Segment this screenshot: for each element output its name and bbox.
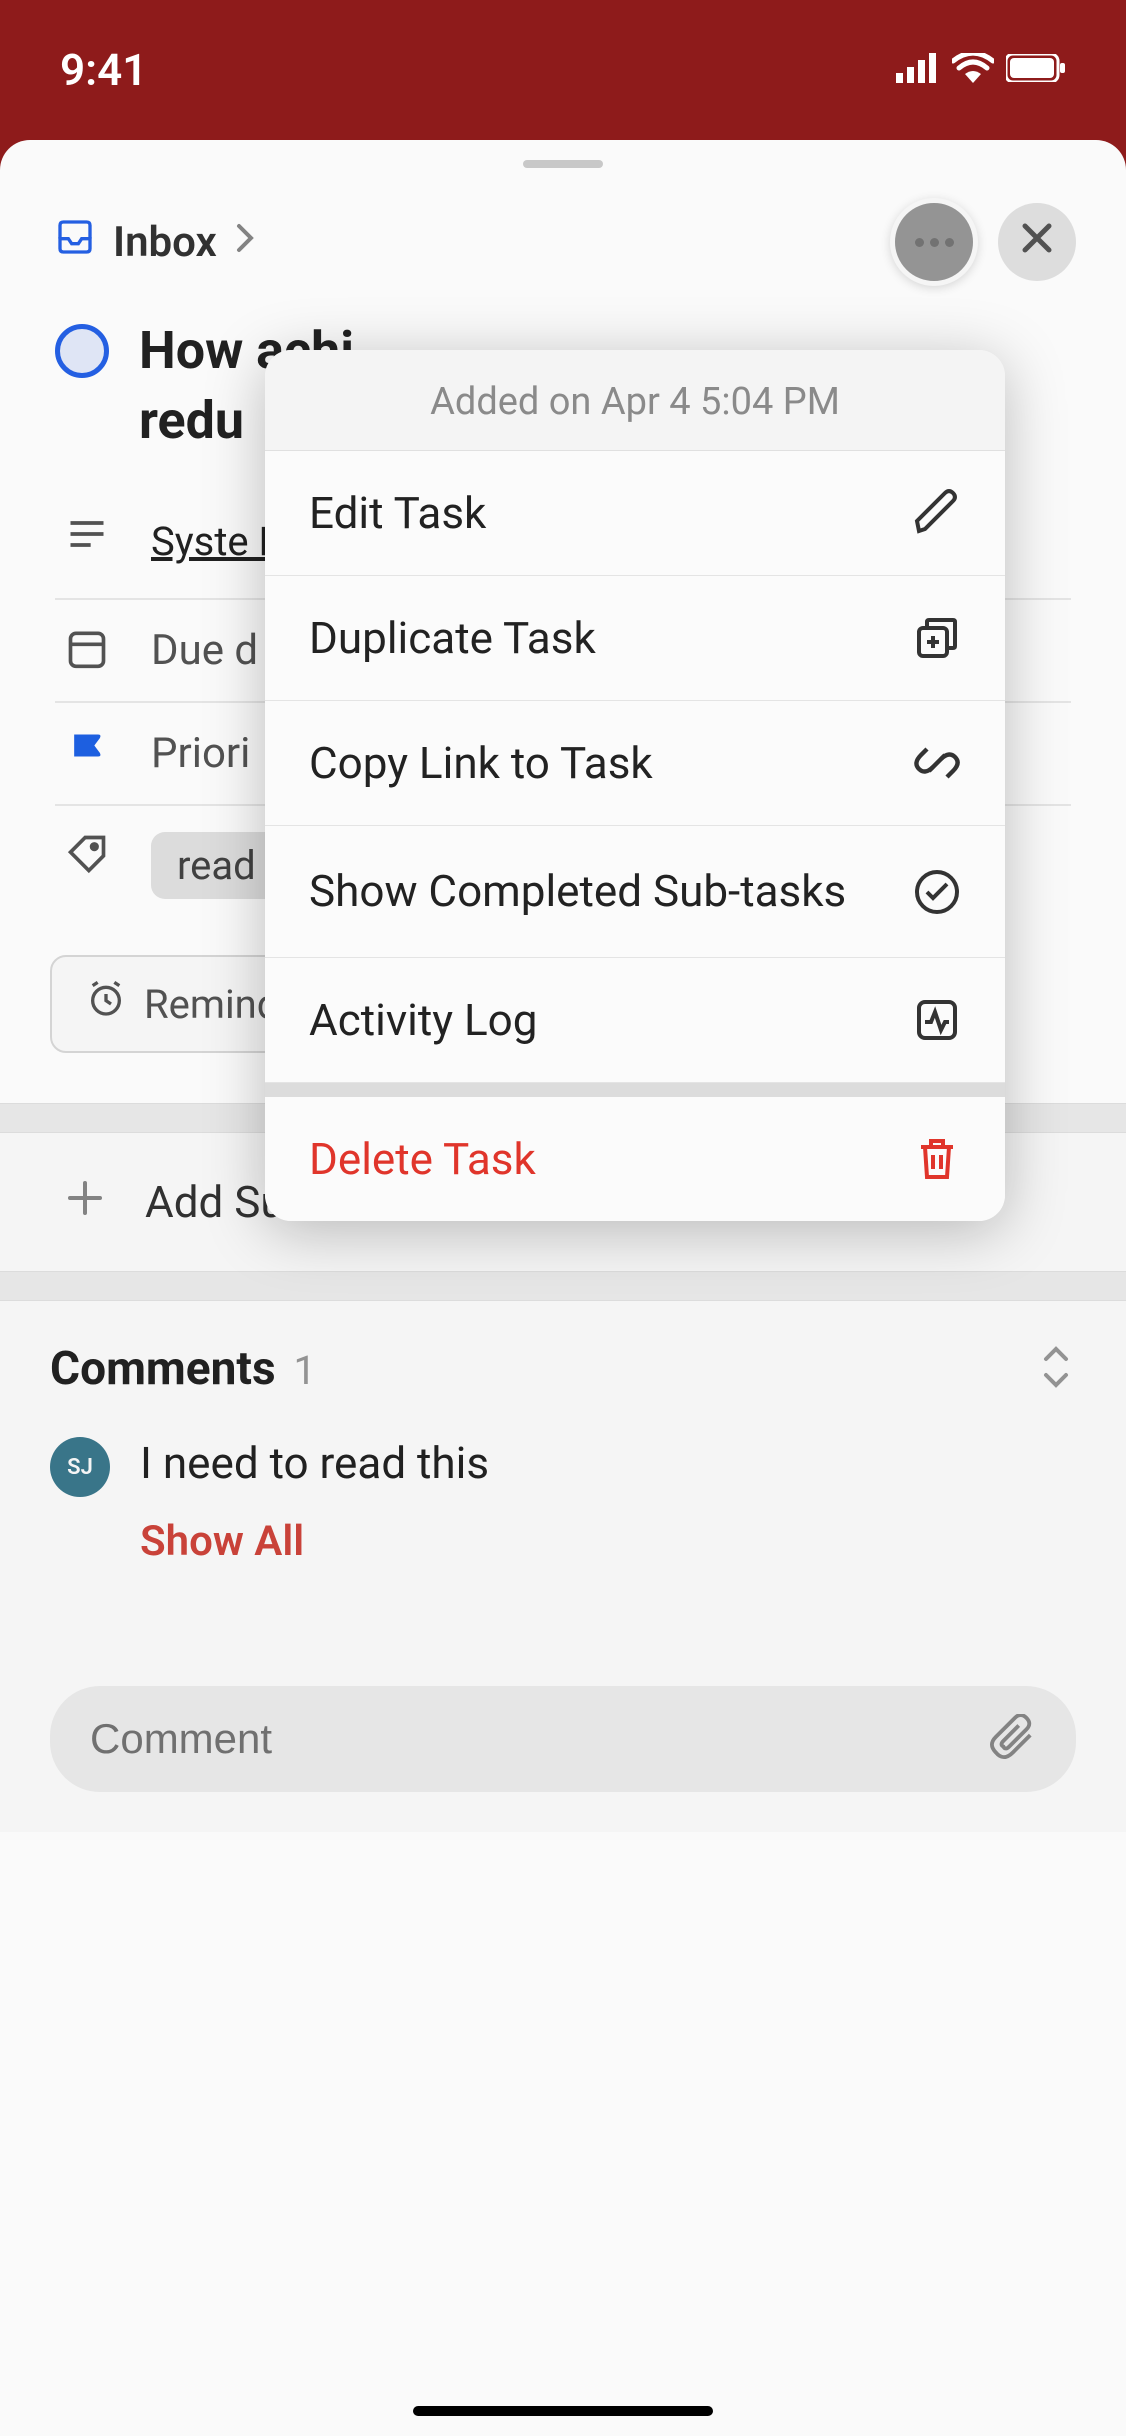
trash-icon [913, 1135, 961, 1183]
alarm-icon [86, 979, 126, 1029]
more-icon [915, 238, 954, 247]
status-icons [896, 53, 1066, 87]
flag-icon [65, 729, 109, 773]
more-options-button[interactable] [890, 198, 978, 286]
section-divider [0, 1271, 1126, 1301]
link-icon [913, 739, 961, 787]
comments-count: 1 [294, 1347, 316, 1394]
menu-copy-link[interactable]: Copy Link to Task [265, 701, 1005, 826]
comment-input[interactable] [90, 1715, 970, 1763]
task-complete-checkbox[interactable] [55, 324, 109, 378]
battery-icon [1006, 54, 1066, 86]
attachment-icon[interactable] [990, 1714, 1036, 1764]
sheet-grabber[interactable] [523, 160, 603, 168]
description-icon [65, 512, 109, 556]
menu-edit-label: Edit Task [309, 487, 486, 539]
pencil-icon [913, 489, 961, 537]
comments-section: Comments 1 SJ I need to read this Show A… [0, 1301, 1126, 1832]
comment-item[interactable]: SJ I need to read this [50, 1437, 1076, 1497]
comments-title: Comments [50, 1342, 276, 1396]
tag-icon [65, 832, 109, 876]
tag-chip[interactable]: read [151, 832, 282, 899]
inbox-icon [55, 217, 95, 268]
close-button[interactable] [998, 203, 1076, 281]
activity-icon [913, 996, 961, 1044]
comment-text: I need to read this [140, 1437, 489, 1489]
menu-copy-link-label: Copy Link to Task [309, 737, 653, 789]
menu-header: Added on Apr 4 5:04 PM [265, 350, 1005, 451]
menu-edit-task[interactable]: Edit Task [265, 451, 1005, 576]
menu-separator [265, 1083, 1005, 1097]
due-date-label: Due d [151, 626, 258, 675]
menu-activity-log[interactable]: Activity Log [265, 958, 1005, 1083]
menu-duplicate-task[interactable]: Duplicate Task [265, 576, 1005, 701]
status-time: 9:41 [60, 44, 147, 96]
menu-show-completed[interactable]: Show Completed Sub-tasks [265, 826, 1005, 958]
status-bar: 9:41 [0, 0, 1126, 140]
close-icon [1019, 219, 1055, 266]
menu-delete-task[interactable]: Delete Task [265, 1097, 1005, 1221]
breadcrumb-label: Inbox [113, 218, 217, 267]
priority-label: Priori [151, 729, 250, 778]
sheet-header: Inbox [0, 198, 1126, 316]
duplicate-icon [913, 614, 961, 662]
comment-input-container[interactable] [50, 1686, 1076, 1792]
menu-show-completed-label: Show Completed Sub-tasks [309, 862, 846, 921]
home-indicator[interactable] [413, 2406, 713, 2416]
calendar-icon [65, 626, 109, 670]
menu-activity-label: Activity Log [309, 994, 537, 1046]
task-actions-menu: Added on Apr 4 5:04 PM Edit Task Duplica… [265, 350, 1005, 1221]
task-detail-sheet: Inbox How achi redu Syste Pr [0, 140, 1126, 2436]
chevron-right-icon [235, 221, 255, 263]
wifi-icon [952, 53, 994, 87]
check-circle-icon [913, 868, 961, 916]
plus-icon [65, 1173, 105, 1231]
avatar: SJ [50, 1437, 110, 1497]
menu-delete-label: Delete Task [309, 1133, 536, 1185]
show-all-button[interactable]: Show All [140, 1517, 1076, 1566]
expand-collapse-icon[interactable] [1036, 1341, 1076, 1397]
cellular-icon [896, 53, 940, 87]
breadcrumb[interactable]: Inbox [55, 217, 255, 268]
menu-duplicate-label: Duplicate Task [309, 612, 596, 664]
